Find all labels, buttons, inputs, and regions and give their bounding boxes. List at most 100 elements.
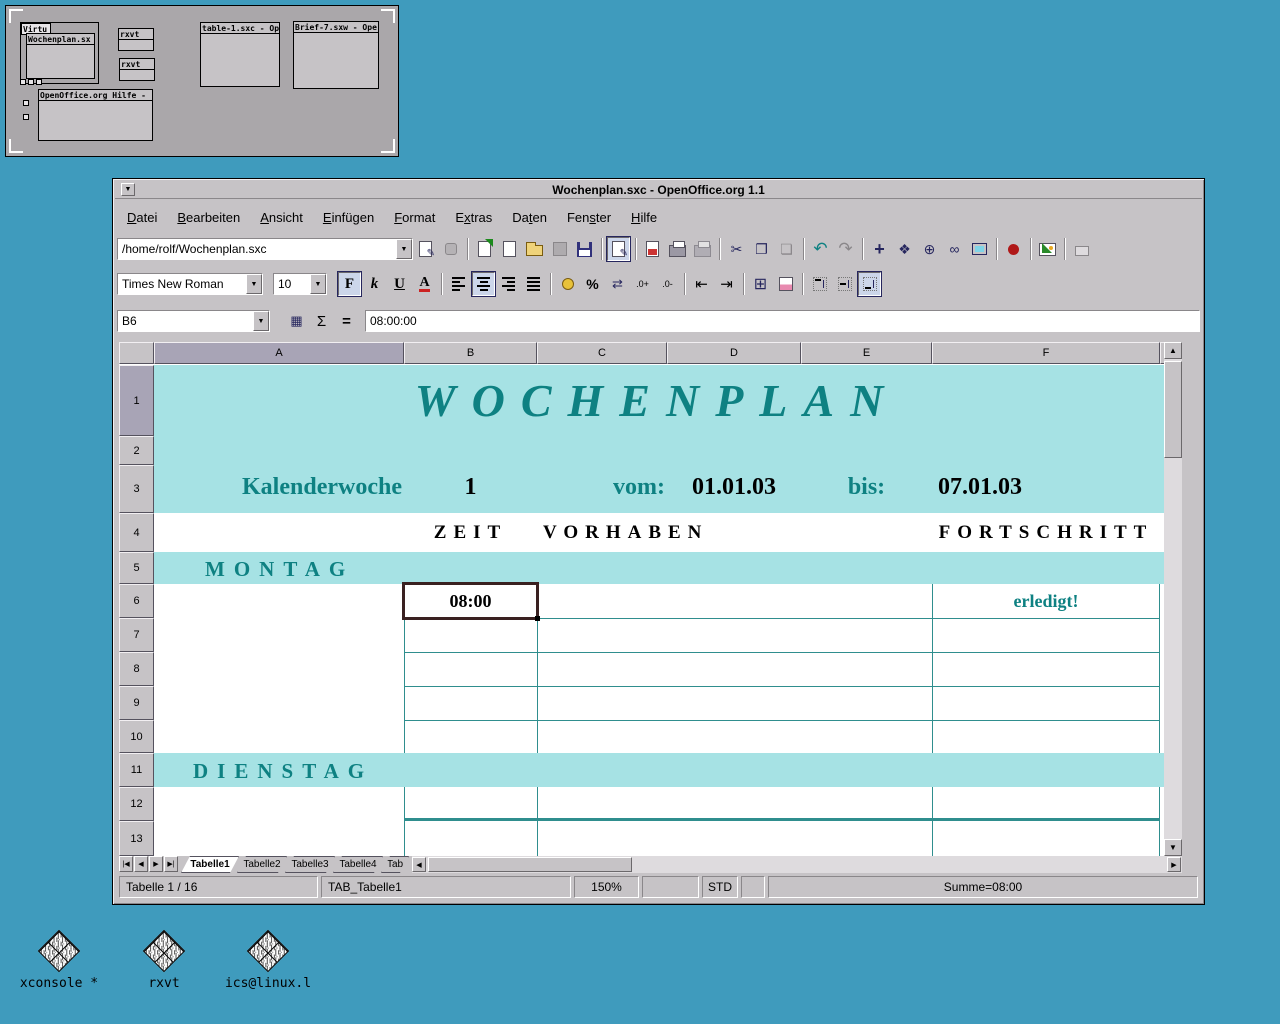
first-sheet-icon[interactable]: |◀ [119, 856, 133, 872]
cell-vorhaben-label[interactable]: VORHABEN [543, 522, 708, 544]
name-box-dropdown-icon[interactable]: ▼ [253, 311, 269, 331]
cell-fortschritt-label[interactable]: FORTSCHRITT [932, 522, 1160, 544]
pager-window-hilfe[interactable]: OpenOffice.org Hilfe - [38, 89, 153, 141]
align-bottom-icon[interactable] [858, 272, 881, 296]
menu-format[interactable]: Format [384, 206, 445, 229]
tab-tabelle3[interactable]: Tabelle3 [285, 856, 335, 873]
menu-bearbeiten[interactable]: Bearbeiten [167, 206, 250, 229]
hyperlink-dialog-icon[interactable]: ∞ [943, 237, 966, 261]
font-size-dropdown-icon[interactable]: ▼ [310, 274, 326, 294]
align-right-icon[interactable] [497, 272, 520, 296]
background-color-icon[interactable] [774, 272, 797, 296]
cell-erledigt[interactable]: erledigt! [932, 591, 1160, 612]
pager-mini-button[interactable] [23, 114, 29, 120]
pager-window-wochenplan[interactable]: Wochenplan.sx [26, 33, 95, 79]
row-header-7[interactable]: 7 [119, 618, 154, 652]
font-name-dropdown-icon[interactable]: ▼ [246, 274, 262, 294]
menu-fenster[interactable]: Fenster [557, 206, 621, 229]
italic-icon[interactable]: k [363, 272, 386, 296]
increase-indent-icon[interactable]: ⇥ [715, 272, 738, 296]
column-header-A[interactable]: A [154, 342, 404, 364]
cell-title-wochenplan[interactable]: WOCHENPLAN [154, 374, 1160, 427]
cell-kalenderwoche-label[interactable]: Kalenderwoche [154, 474, 402, 501]
column-header-D[interactable]: D [667, 342, 801, 364]
new-from-template-icon[interactable] [473, 237, 496, 261]
row-header-8[interactable]: 8 [119, 652, 154, 686]
cell-vom-label[interactable]: vom: [537, 474, 665, 501]
pager-mini-button[interactable] [23, 100, 29, 106]
data-sources-icon[interactable]: ⊕ [918, 237, 941, 261]
borders-icon[interactable]: ⊞ [749, 272, 772, 296]
new-document-icon[interactable] [498, 237, 521, 261]
bold-icon[interactable]: F [338, 272, 361, 296]
tab-tabelle1[interactable]: Tabelle1 [181, 856, 239, 873]
print-icon[interactable] [666, 237, 689, 261]
number-standard-icon[interactable]: ⇄ [606, 272, 629, 296]
status-insert-mode[interactable]: STD [702, 876, 738, 898]
column-header-C[interactable]: C [537, 342, 667, 364]
row-header-6[interactable]: 6 [119, 584, 154, 618]
scroll-up-icon[interactable]: ▲ [1164, 342, 1182, 359]
scroll-down-icon[interactable]: ▼ [1164, 839, 1182, 856]
row-header-12[interactable]: 12 [119, 787, 154, 821]
column-header-F[interactable]: F [932, 342, 1160, 364]
font-name-combobox[interactable]: Times New Roman ▼ [117, 273, 263, 295]
cell-montag-label[interactable]: MONTAG [205, 557, 354, 582]
desktop-icon-linux-session[interactable]: ics@linux.l [213, 930, 323, 991]
row-header-2[interactable]: 2 [119, 436, 154, 465]
horizontal-scroll-thumb[interactable] [428, 857, 632, 872]
pager-mini-button[interactable] [36, 79, 42, 85]
delete-decimal-icon[interactable]: .0- [656, 272, 679, 296]
undo-icon[interactable]: ↶ [809, 237, 832, 261]
number-currency-icon[interactable] [556, 272, 579, 296]
row-header-1[interactable]: 1 [119, 365, 154, 436]
status-page-style[interactable]: TAB_Tabelle1 [321, 876, 571, 898]
title-bar[interactable]: ▼ Wochenplan.sxc - OpenOffice.org 1.1 [115, 181, 1202, 199]
column-header-B[interactable]: B [404, 342, 537, 364]
cell-bis-date[interactable]: 07.01.03 [938, 474, 1022, 501]
last-sheet-icon[interactable]: ▶| [164, 856, 178, 872]
online-layout-icon[interactable] [968, 237, 991, 261]
align-left-icon[interactable] [447, 272, 470, 296]
number-percent-icon[interactable]: % [581, 272, 604, 296]
scroll-right-icon[interactable]: ▶ [1167, 857, 1181, 872]
window-menu-button[interactable]: ▼ [121, 183, 135, 196]
status-sheet-indicator[interactable]: Tabelle 1 / 16 [119, 876, 318, 898]
previous-sheet-icon[interactable]: ◀ [134, 856, 148, 872]
navigator-icon[interactable]: + [868, 237, 891, 261]
align-center-vertical-icon[interactable] [833, 272, 856, 296]
function-icon[interactable]: = [335, 309, 358, 333]
gallery-icon[interactable] [1036, 237, 1059, 261]
row-header-4[interactable]: 4 [119, 513, 154, 552]
row-header-9[interactable]: 9 [119, 686, 154, 720]
export-pdf-icon[interactable] [641, 237, 664, 261]
menu-einfuegen[interactable]: Einfügen [313, 206, 384, 229]
font-size-combobox[interactable]: 10 ▼ [273, 273, 327, 295]
desktop-icon-rxvt[interactable]: rxvt [109, 930, 219, 991]
row-header-5[interactable]: 5 [119, 552, 154, 584]
pager-mini-button[interactable] [20, 79, 26, 85]
align-top-icon[interactable] [808, 272, 831, 296]
name-box[interactable]: B6 ▼ [117, 310, 270, 332]
tab-tabelle4[interactable]: Tabelle4 [333, 856, 383, 873]
status-sum[interactable]: Summe=08:00 [768, 876, 1198, 898]
row-header-3[interactable]: 3 [119, 465, 154, 513]
pager-window-brief7[interactable]: Brief-7.sxw - Ope [293, 21, 379, 89]
stylist-icon[interactable]: ❖ [893, 237, 916, 261]
menu-extras[interactable]: Extras [445, 206, 502, 229]
pager-window-rxvt-2[interactable]: rxvt [119, 58, 155, 81]
tab-tabelle2[interactable]: Tabelle2 [237, 856, 287, 873]
cell-dienstag-label[interactable]: DIENSTAG [193, 759, 373, 784]
pager-mini-button[interactable] [28, 79, 34, 85]
menu-hilfe[interactable]: Hilfe [621, 206, 667, 229]
record-icon[interactable] [1002, 237, 1025, 261]
next-sheet-icon[interactable]: ▶ [149, 856, 163, 872]
tab-truncated[interactable]: Tab [381, 856, 409, 873]
select-all-corner[interactable] [119, 342, 154, 364]
column-header-E[interactable]: E [801, 342, 932, 364]
align-center-icon[interactable] [472, 272, 495, 296]
menu-daten[interactable]: Daten [502, 206, 557, 229]
font-color-icon[interactable]: A [413, 272, 436, 296]
cell-week-number[interactable]: 1 [404, 474, 537, 501]
save-as-icon[interactable] [573, 237, 596, 261]
